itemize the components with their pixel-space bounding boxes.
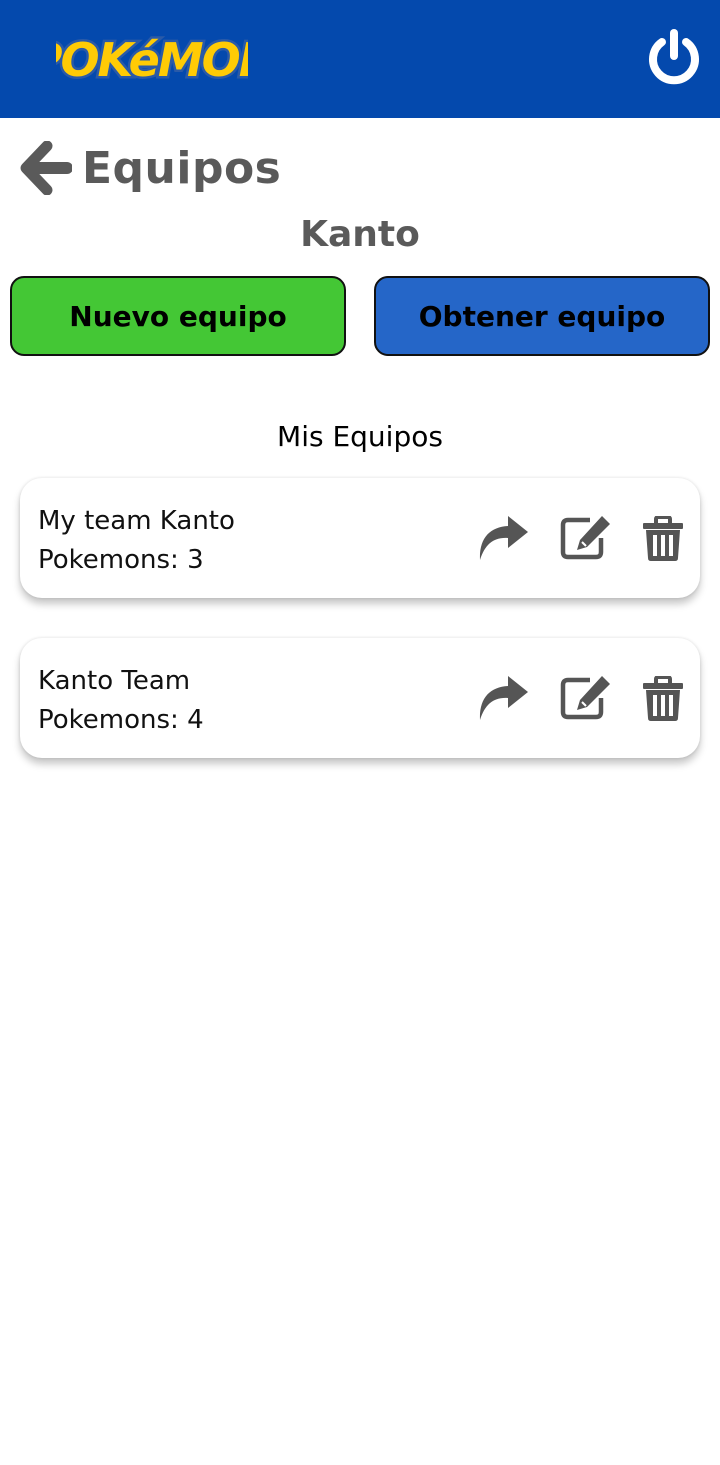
power-icon[interactable]: [646, 28, 702, 86]
section-title: Mis Equipos: [277, 420, 443, 453]
team-pokemon-count: Pokemons: 3: [38, 545, 204, 575]
team-name: Kanto Team: [38, 666, 191, 696]
edit-icon[interactable]: [560, 514, 612, 560]
team-name: My team Kanto: [38, 506, 235, 536]
team-info: My team Kanto Pokemons: 3: [38, 502, 235, 580]
trash-icon[interactable]: [642, 675, 684, 722]
get-team-button[interactable]: Obtener equipo: [374, 276, 710, 356]
team-pokemon-count: Pokemons: 4: [38, 705, 204, 735]
share-icon[interactable]: [476, 674, 530, 722]
arrow-left-icon[interactable]: [20, 140, 73, 196]
edit-icon[interactable]: [560, 674, 612, 720]
region-title: Kanto: [300, 214, 420, 255]
page-header: Equipos: [20, 138, 281, 198]
share-icon[interactable]: [476, 514, 530, 562]
team-card: My team Kanto Pokemons: 3: [20, 478, 700, 598]
svg-text:POKéMON: POKéMON: [56, 33, 248, 87]
team-info: Kanto Team Pokemons: 4: [38, 662, 204, 740]
top-app-bar: POKéMON: [0, 0, 720, 118]
trash-icon[interactable]: [642, 515, 684, 562]
pokemon-logo: POKéMON: [26, 22, 281, 94]
new-team-button[interactable]: Nuevo equipo: [10, 276, 346, 356]
team-card: Kanto Team Pokemons: 4: [20, 638, 700, 758]
page-title: Equipos: [82, 142, 282, 194]
